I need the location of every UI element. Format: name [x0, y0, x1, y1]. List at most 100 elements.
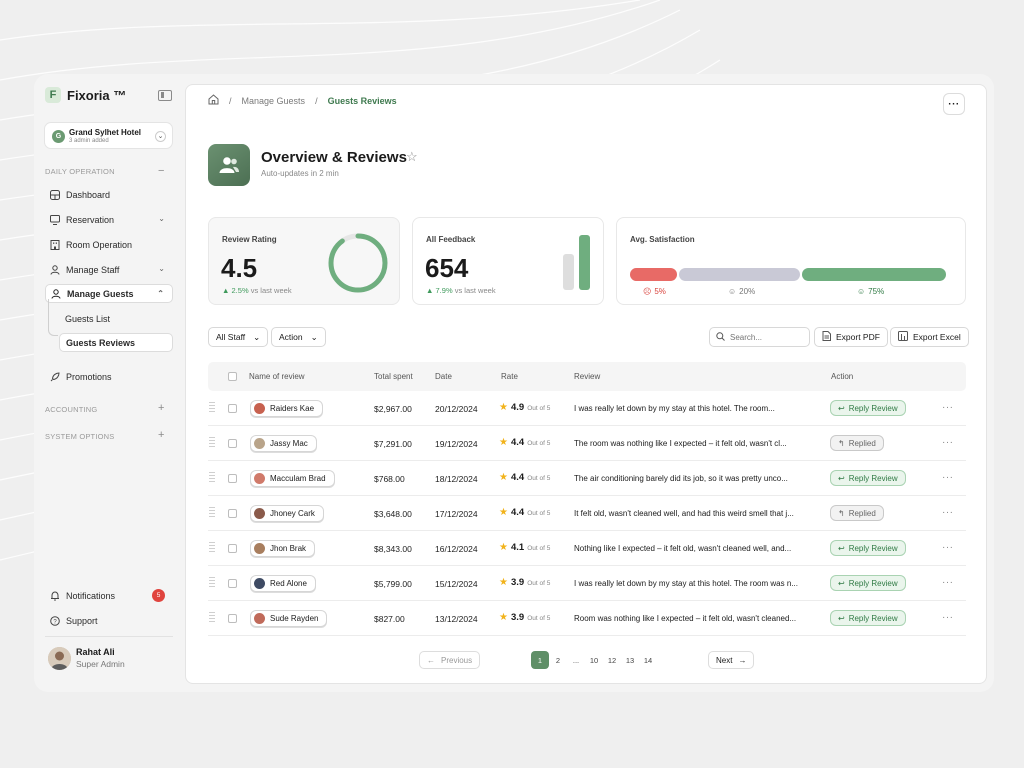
- page-number-button[interactable]: 12: [603, 651, 621, 669]
- table-row[interactable]: Jhon Brak $8,343.00 16/12/2024 ★ 4.1 Out of 5…: [208, 531, 966, 566]
- reply-review-button[interactable]: ↩ Reply Review: [830, 575, 906, 591]
- sidebar-subitem-guests-list[interactable]: Guests List: [59, 309, 173, 328]
- table-row[interactable]: Macculam Brad $768.00 18/12/2024 ★ 4.4 Out of…: [208, 461, 966, 496]
- sidebar-item-dashboard[interactable]: Dashboard: [45, 185, 173, 204]
- button-label: Next: [716, 655, 733, 665]
- reviewer-name-chip[interactable]: Sude Rayden: [250, 610, 328, 627]
- reviewer-name-chip[interactable]: Jassy Mac: [250, 435, 317, 452]
- column-header-total-spent[interactable]: Total spent: [374, 372, 413, 381]
- expand-plus-icon[interactable]: +: [158, 403, 164, 414]
- hotel-switcher[interactable]: G Grand Sylhet Hotel 3 admin added ⌄: [44, 122, 173, 149]
- table-row[interactable]: Raiders Kae $2,967.00 20/12/2024 ★ 4.9 Out of…: [208, 391, 966, 426]
- table-row[interactable]: Sude Rayden $827.00 13/12/2024 ★ 3.9 Out of 5…: [208, 601, 966, 636]
- action-label: Reply Review: [848, 473, 898, 483]
- page-number-button[interactable]: 14: [639, 651, 657, 669]
- drag-handle-icon[interactable]: [209, 612, 215, 624]
- table-row[interactable]: Jhoney Cark $3,648.00 17/12/2024 ★ 4.4 Out of…: [208, 496, 966, 531]
- export-pdf-button[interactable]: Export PDF: [814, 327, 888, 347]
- row-more-options-icon[interactable]: ···: [942, 472, 954, 483]
- reviewer-name-chip[interactable]: Jhoney Cark: [250, 505, 324, 522]
- sidebar-collapse-icon[interactable]: [158, 90, 172, 101]
- column-header-date[interactable]: Date: [435, 372, 452, 381]
- drag-handle-icon[interactable]: [209, 577, 215, 589]
- neutral-face-icon: ☺: [728, 287, 737, 296]
- rating-value: 4.4: [510, 437, 525, 448]
- export-excel-button[interactable]: Export Excel: [890, 327, 969, 347]
- row-checkbox[interactable]: [228, 579, 237, 588]
- action-filter-dropdown[interactable]: Action ⌄: [271, 327, 326, 347]
- replied-status-button[interactable]: ↰ Replied: [830, 505, 884, 521]
- page-number-button[interactable]: 13: [621, 651, 639, 669]
- column-header-name[interactable]: Name of review: [249, 372, 305, 381]
- row-more-options-icon[interactable]: ···: [942, 542, 954, 553]
- page-number-button[interactable]: 1: [531, 651, 549, 669]
- star-icon: ★: [499, 402, 508, 413]
- satisfaction-label-positive: ☺ 75%: [857, 287, 885, 296]
- column-header-action[interactable]: Action: [831, 372, 853, 381]
- drag-handle-icon[interactable]: [209, 507, 215, 519]
- row-checkbox[interactable]: [228, 544, 237, 553]
- previous-page-button[interactable]: ← Previous: [419, 651, 481, 669]
- row-checkbox[interactable]: [228, 614, 237, 623]
- home-icon[interactable]: [208, 94, 219, 107]
- column-header-rate[interactable]: Rate: [501, 372, 518, 381]
- select-all-checkbox[interactable]: [228, 372, 237, 381]
- staff-filter-dropdown[interactable]: All Staff ⌄: [208, 327, 269, 347]
- breadcrumb-manage-guests[interactable]: Manage Guests: [242, 96, 306, 106]
- card-trend: ▲ 7.9% vs last week: [426, 286, 496, 295]
- reviewer-name-chip[interactable]: Raiders Kae: [250, 400, 324, 417]
- table-row[interactable]: Jassy Mac $7,291.00 19/12/2024 ★ 4.4 Out of 5…: [208, 426, 966, 461]
- expand-plus-icon[interactable]: +: [158, 430, 164, 441]
- brand[interactable]: F Fixoria ™: [45, 87, 126, 103]
- card-value: 654: [425, 253, 469, 283]
- page-number-button[interactable]: 10: [585, 651, 603, 669]
- reviewer-name-chip[interactable]: Jhon Brak: [250, 540, 316, 557]
- row-checkbox[interactable]: [228, 474, 237, 483]
- arrow-left-icon: ←: [427, 655, 435, 665]
- avatar: [254, 578, 265, 589]
- column-header-review[interactable]: Review: [574, 372, 600, 381]
- drag-handle-icon[interactable]: [209, 402, 215, 414]
- row-checkbox[interactable]: [228, 439, 237, 448]
- drag-handle-icon[interactable]: [209, 472, 215, 484]
- row-more-options-icon[interactable]: ···: [942, 507, 954, 518]
- reviewer-name-chip[interactable]: Macculam Brad: [250, 470, 335, 487]
- sidebar-item-manage-staff[interactable]: Manage Staff ⌄: [45, 260, 173, 279]
- sidebar-item-manage-guests[interactable]: Manage Guests ⌃: [45, 284, 173, 303]
- reviewer-name-chip[interactable]: Red Alone: [250, 575, 316, 592]
- row-more-options-icon[interactable]: ···: [942, 437, 954, 448]
- sidebar-subitem-guests-reviews[interactable]: Guests Reviews: [59, 333, 173, 352]
- favorite-star-icon[interactable]: ☆: [406, 149, 418, 165]
- drag-handle-icon[interactable]: [209, 542, 215, 554]
- sidebar-item-reservation[interactable]: Reservation ⌄: [45, 210, 173, 229]
- reply-review-button[interactable]: ↩ Reply Review: [830, 610, 906, 626]
- search-field[interactable]: [709, 327, 810, 347]
- reviewer-name: Jhoney Cark: [270, 509, 315, 518]
- bell-icon: [50, 590, 60, 601]
- chevron-down-icon: ⌄: [155, 131, 166, 142]
- replied-status-button[interactable]: ↰ Replied: [830, 435, 884, 451]
- rocket-icon: [50, 371, 60, 382]
- reply-review-button[interactable]: ↩ Reply Review: [830, 540, 906, 556]
- avatar[interactable]: [48, 647, 71, 670]
- search-input[interactable]: [730, 332, 800, 342]
- row-checkbox[interactable]: [228, 509, 237, 518]
- row-more-options-icon[interactable]: ···: [942, 402, 954, 413]
- sidebar-item-room-operation[interactable]: Room Operation: [45, 235, 173, 254]
- card-trend: ▲ 2.5% vs last week: [222, 286, 292, 295]
- row-checkbox[interactable]: [228, 404, 237, 413]
- more-options-button[interactable]: ···: [943, 93, 965, 115]
- row-more-options-icon[interactable]: ···: [942, 577, 954, 588]
- drag-handle-icon[interactable]: [209, 437, 215, 449]
- next-page-button[interactable]: Next →: [708, 651, 755, 669]
- reply-review-button[interactable]: ↩ Reply Review: [830, 470, 906, 486]
- row-more-options-icon[interactable]: ···: [942, 612, 954, 623]
- reply-review-button[interactable]: ↩ Reply Review: [830, 400, 906, 416]
- collapse-minus-icon[interactable]: −: [158, 166, 164, 177]
- sidebar-item-notifications[interactable]: Notifications 5: [45, 586, 173, 605]
- table-row[interactable]: Red Alone $5,799.00 15/12/2024 ★ 3.9 Out of 5…: [208, 566, 966, 601]
- page-title: Overview & Reviews: [261, 149, 407, 166]
- sidebar-item-promotions[interactable]: Promotions: [45, 367, 173, 386]
- sidebar-item-support[interactable]: ? Support: [45, 611, 173, 630]
- page-number-button[interactable]: 2: [549, 651, 567, 669]
